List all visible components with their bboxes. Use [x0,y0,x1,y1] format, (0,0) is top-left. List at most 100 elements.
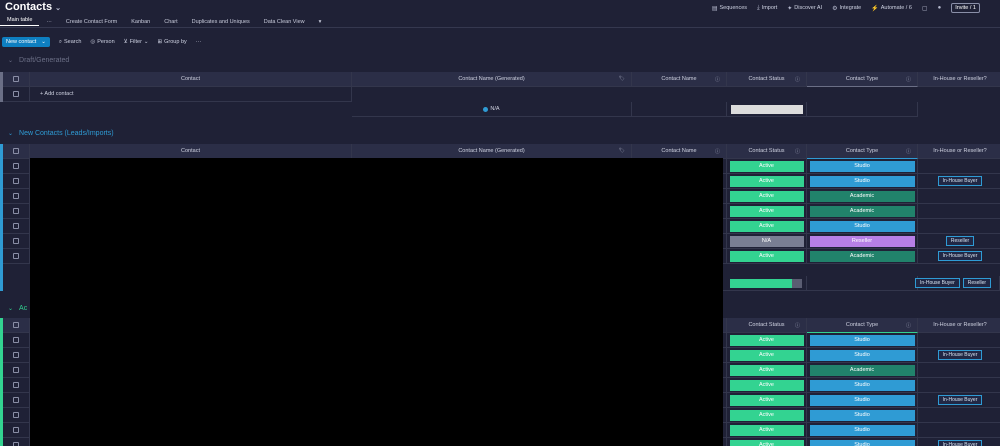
chat-icon[interactable]: ▢ [922,5,928,12]
top-action-import[interactable]: ⤓ Import [757,5,777,12]
type-label[interactable]: Studio [809,334,915,346]
status-label[interactable]: Active [729,160,804,172]
status-label[interactable]: Active [729,409,804,421]
inhouse-reseller-cell[interactable]: In-House Buyer [918,348,1000,363]
type-cell[interactable]: Reseller [807,234,918,249]
inhouse-reseller-cell[interactable]: In-House Buyer [918,174,1000,189]
inhouse-reseller-tag[interactable]: Reseller [945,236,975,246]
invite-button[interactable]: Invite / 1 [951,3,980,13]
type-cell[interactable]: Academic [807,189,918,204]
type-cell[interactable]: Studio [807,378,918,393]
row-checkbox[interactable] [13,238,19,244]
status-cell[interactable]: Active [727,423,807,438]
more-options-button[interactable]: ··· [196,39,202,45]
type-label[interactable]: Studio [809,394,915,406]
status-cell[interactable]: Active [727,408,807,423]
type-cell[interactable]: Studio [807,348,918,363]
status-label[interactable]: Active [729,250,804,262]
status-label[interactable]: Active [729,190,804,202]
person-filter-button[interactable]: ◎ Person [90,39,114,45]
row-checkbox[interactable] [13,442,19,446]
row-checkbox[interactable] [13,382,19,388]
type-label[interactable]: Studio [809,220,915,232]
status-cell[interactable]: Active [727,174,807,189]
row-checkbox[interactable] [13,427,19,433]
group-name[interactable]: Ac [19,305,27,312]
view-tab[interactable]: Chart [157,19,184,25]
type-label[interactable]: Studio [809,409,915,421]
tag-icon[interactable]: 🏷 [619,148,625,154]
type-cell[interactable]: Studio [807,174,918,189]
top-action-discover-ai[interactable]: ✦ Discover AI [787,5,822,12]
select-all-checkbox[interactable] [13,76,19,82]
view-tab[interactable]: Kanban [124,19,157,25]
row-checkbox[interactable] [13,253,19,259]
type-label[interactable]: Academic [809,190,915,202]
info-icon[interactable]: ⓘ [906,322,911,329]
status-cell[interactable]: Active [727,159,807,174]
row-checkbox[interactable] [13,337,19,343]
row-checkbox[interactable] [13,397,19,403]
type-cell[interactable]: Studio [807,423,918,438]
status-label[interactable]: Active [729,424,804,436]
column-header-contact[interactable]: Contact [30,144,352,159]
type-cell[interactable]: Studio [807,159,918,174]
status-cell[interactable]: Active [727,189,807,204]
info-icon[interactable]: ⓘ [906,148,911,155]
type-cell[interactable]: Studio [807,333,918,348]
column-header-contact-name-generated[interactable]: Contact Name (Generated) 🏷 [352,144,632,159]
chevron-down-icon[interactable]: ⌄ [8,57,13,64]
column-header-contact-type[interactable]: Contact Type ⓘ [807,144,918,159]
inhouse-reseller-cell[interactable] [918,378,1000,393]
type-label[interactable]: Studio [809,379,915,391]
status-label[interactable]: Active [729,439,804,446]
group-name[interactable]: New Contacts (Leads/Imports) [19,130,114,137]
row-checkbox[interactable] [13,367,19,373]
status-cell[interactable]: Active [727,219,807,234]
inhouse-reseller-tag[interactable]: In-House Buyer [937,440,983,446]
type-label[interactable]: Academic [809,250,915,262]
column-header-contact-name-generated[interactable]: Contact Name (Generated) 🏷 [352,72,632,87]
row-checkbox[interactable] [13,412,19,418]
status-cell[interactable]: Active [727,249,807,264]
info-icon[interactable]: ⓘ [795,148,800,155]
avatar[interactable]: ● [938,5,942,11]
status-label[interactable]: Active [729,379,804,391]
view-tab[interactable]: ··· [39,19,59,25]
column-header-contact-status[interactable]: Contact Status ⓘ [727,144,807,159]
group-title-draft[interactable]: ⌄ Draft/Generated [8,57,69,64]
inhouse-reseller-cell[interactable]: In-House Buyer [918,438,1000,446]
view-tab[interactable]: Main table [0,17,40,26]
status-cell[interactable]: Active [727,363,807,378]
type-cell[interactable]: Studio [807,438,918,446]
status-cell[interactable]: Active [727,348,807,363]
status-label[interactable]: Active [729,394,804,406]
info-icon[interactable]: ⓘ [906,76,911,83]
column-header-contact-status[interactable]: Contact Status ⓘ [727,72,807,87]
inhouse-reseller-cell[interactable] [918,189,1000,204]
inhouse-reseller-cell[interactable] [918,219,1000,234]
type-label[interactable]: Academic [809,205,915,217]
group-title-new[interactable]: ⌄ New Contacts (Leads/Imports) [8,130,114,137]
inhouse-reseller-cell[interactable] [918,333,1000,348]
status-label[interactable]: Active [729,175,804,187]
status-label[interactable]: N/A [729,235,804,247]
status-cell[interactable]: N/A [727,234,807,249]
column-header-contact-name[interactable]: Contact Name ⓘ [632,144,727,159]
inhouse-reseller-cell[interactable] [918,159,1000,174]
inhouse-reseller-cell[interactable]: Reseller [918,234,1000,249]
status-cell[interactable]: Active [727,438,807,446]
inhouse-reseller-cell[interactable] [918,363,1000,378]
type-cell[interactable]: Studio [807,408,918,423]
status-cell[interactable]: Active [727,393,807,408]
view-tab[interactable]: Create Contact Form [59,19,124,25]
type-cell[interactable]: Academic [807,204,918,219]
type-label[interactable]: Reseller [809,235,915,247]
column-header-inhouse-reseller[interactable]: In-House or Reseller? [918,144,1000,159]
info-icon[interactable]: ⓘ [795,76,800,83]
inhouse-reseller-cell[interactable] [918,423,1000,438]
status-cell[interactable]: Active [727,204,807,219]
column-header-inhouse-reseller[interactable]: In-House or Reseller? [918,318,1000,333]
select-all-checkbox[interactable] [13,148,19,154]
view-tab[interactable]: Duplicates and Uniques [185,19,257,25]
